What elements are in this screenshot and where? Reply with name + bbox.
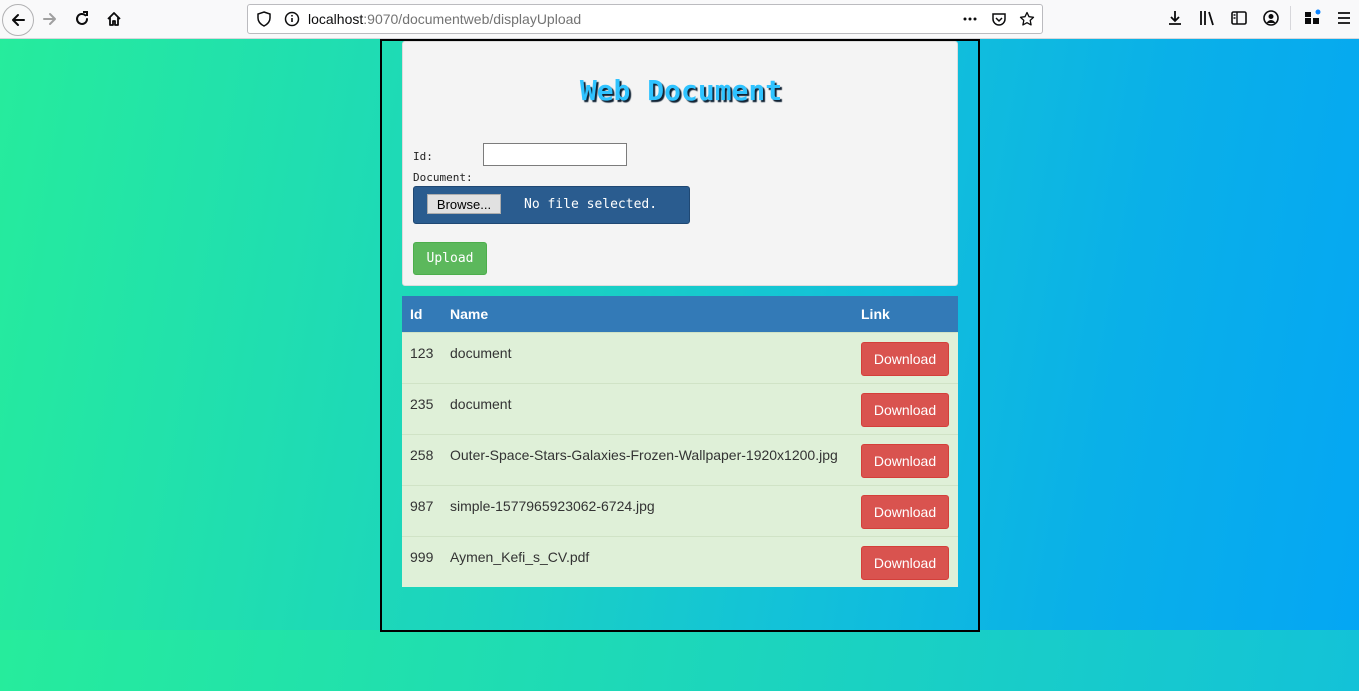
upload-button[interactable]: Upload: [413, 242, 487, 275]
download-icon[interactable]: [1166, 9, 1184, 27]
table-row: 235 document Download: [402, 382, 958, 434]
toolbar-divider: [1290, 6, 1291, 30]
row-id: 258: [402, 433, 442, 485]
row-id: 987: [402, 484, 442, 536]
download-button[interactable]: Download: [861, 443, 949, 478]
download-button[interactable]: Download: [861, 341, 949, 376]
row-link-cell: Download: [853, 331, 958, 383]
documents-table: Id Name Link 123 document Download 235 d…: [402, 296, 958, 587]
header-id: Id: [402, 296, 442, 332]
table-header-row: Id Name Link: [402, 296, 958, 332]
download-button[interactable]: Download: [861, 545, 949, 580]
reload-icon[interactable]: [67, 4, 97, 34]
info-icon[interactable]: [284, 11, 300, 27]
back-icon[interactable]: [2, 4, 34, 36]
pocket-icon[interactable]: [991, 11, 1007, 27]
upload-form: Web Document Id: Document: Browse... No …: [402, 41, 958, 286]
star-icon[interactable]: [1019, 11, 1035, 27]
row-id: 235: [402, 382, 442, 434]
account-icon[interactable]: [1262, 9, 1280, 27]
extensions-icon[interactable]: [1303, 9, 1321, 27]
url-text[interactable]: localhost:9070/documentweb/displayUpload: [308, 11, 581, 27]
header-name: Name: [442, 296, 853, 332]
row-id: 123: [402, 331, 442, 383]
row-name: document: [442, 382, 853, 434]
row-id: 999: [402, 535, 442, 587]
page-background-bottom: [0, 630, 1359, 691]
document-label: Document:: [413, 171, 473, 184]
forward-icon[interactable]: [35, 4, 65, 34]
more-icon[interactable]: [962, 11, 978, 27]
row-link-cell: Download: [853, 484, 958, 536]
browser-toolbar: localhost:9070/documentweb/displayUpload: [0, 0, 1359, 39]
browse-button[interactable]: Browse...: [427, 194, 501, 214]
table-row: 999 Aymen_Kefi_s_CV.pdf Download: [402, 535, 958, 587]
row-name: document: [442, 331, 853, 383]
id-label: Id:: [413, 150, 433, 163]
row-name: Aymen_Kefi_s_CV.pdf: [442, 535, 853, 587]
row-link-cell: Download: [853, 535, 958, 587]
row-link-cell: Download: [853, 382, 958, 434]
page-title: Web Document: [579, 74, 783, 107]
shield-icon[interactable]: [256, 11, 272, 27]
row-name: Outer-Space-Stars-Galaxies-Frozen-Wallpa…: [442, 433, 853, 485]
table-row: 987 simple-1577965923062-6724.jpg Downlo…: [402, 484, 958, 536]
table-row: 258 Outer-Space-Stars-Galaxies-Frozen-Wa…: [402, 433, 958, 485]
header-link: Link: [853, 296, 958, 332]
library-icon[interactable]: [1198, 9, 1216, 27]
sidebar-icon[interactable]: [1230, 9, 1248, 27]
id-input[interactable]: [483, 143, 627, 166]
menu-icon[interactable]: [1335, 9, 1353, 27]
file-input[interactable]: Browse... No file selected.: [413, 186, 690, 224]
url-bar[interactable]: localhost:9070/documentweb/displayUpload: [247, 4, 1043, 34]
url-host: localhost: [308, 11, 364, 27]
home-icon[interactable]: [99, 4, 129, 34]
file-status: No file selected.: [524, 197, 658, 212]
row-name: simple-1577965923062-6724.jpg: [442, 484, 853, 536]
download-button[interactable]: Download: [861, 392, 949, 427]
url-path: :9070/documentweb/displayUpload: [363, 11, 582, 27]
row-link-cell: Download: [853, 433, 958, 485]
download-button[interactable]: Download: [861, 494, 949, 529]
table-row: 123 document Download: [402, 331, 958, 383]
